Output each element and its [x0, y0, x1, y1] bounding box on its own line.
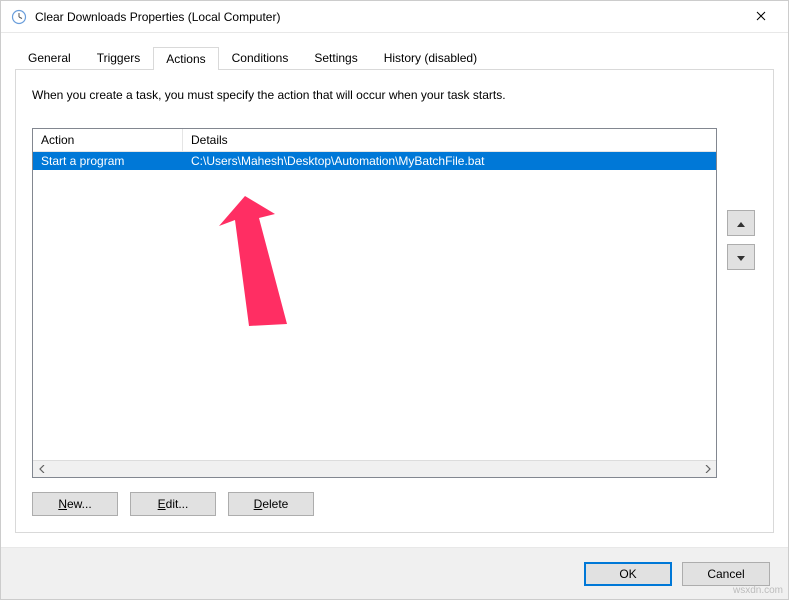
tab-settings[interactable]: Settings [301, 46, 370, 69]
content-area: General Triggers Actions Conditions Sett… [1, 33, 788, 547]
task-scheduler-icon [11, 9, 27, 25]
delete-button[interactable]: Delete [228, 492, 314, 516]
window-title: Clear Downloads Properties (Local Comput… [35, 10, 280, 24]
dialog-footer: OK Cancel [1, 547, 788, 599]
action-buttons: New... Edit... Delete [32, 492, 757, 516]
reorder-buttons [727, 128, 757, 478]
tab-history[interactable]: History (disabled) [371, 46, 490, 69]
edit-button[interactable]: Edit... [130, 492, 216, 516]
watermark: wsxdn.com [733, 585, 783, 596]
move-down-button[interactable] [727, 244, 755, 270]
actions-table: Action Details Start a program C:\Users\… [32, 128, 717, 478]
table-row[interactable]: Start a program C:\Users\Mahesh\Desktop\… [33, 152, 716, 170]
horizontal-scrollbar[interactable] [33, 460, 716, 477]
new-button[interactable]: New... [32, 492, 118, 516]
list-area: Action Details Start a program C:\Users\… [32, 128, 757, 478]
instruction-text: When you create a task, you must specify… [32, 88, 757, 102]
tab-actions[interactable]: Actions [153, 47, 218, 70]
move-up-button[interactable] [727, 210, 755, 236]
tab-strip: General Triggers Actions Conditions Sett… [15, 45, 774, 69]
table-body: Start a program C:\Users\Mahesh\Desktop\… [33, 152, 716, 460]
cell-action: Start a program [33, 153, 183, 169]
tab-conditions[interactable]: Conditions [219, 46, 302, 69]
properties-window: Clear Downloads Properties (Local Comput… [0, 0, 789, 600]
close-icon [756, 10, 766, 24]
chevron-up-icon [737, 216, 745, 230]
titlebar: Clear Downloads Properties (Local Comput… [1, 1, 788, 33]
table-header: Action Details [33, 129, 716, 152]
column-details[interactable]: Details [183, 129, 716, 151]
tab-triggers[interactable]: Triggers [84, 46, 154, 69]
tab-general[interactable]: General [15, 46, 84, 69]
close-button[interactable] [738, 2, 784, 32]
scroll-left-icon[interactable] [33, 461, 50, 478]
cancel-button[interactable]: Cancel [682, 562, 770, 586]
ok-button[interactable]: OK [584, 562, 672, 586]
chevron-down-icon [737, 250, 745, 264]
scroll-right-icon[interactable] [699, 461, 716, 478]
cell-details: C:\Users\Mahesh\Desktop\Automation\MyBat… [183, 153, 716, 169]
actions-panel: When you create a task, you must specify… [15, 69, 774, 533]
column-action[interactable]: Action [33, 129, 183, 151]
